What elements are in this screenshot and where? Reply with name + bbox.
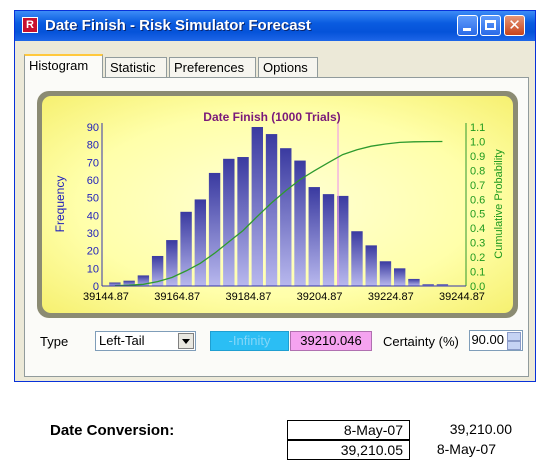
dropdown-arrow-button[interactable] (178, 333, 194, 349)
x-tick-label: 39144.87 (83, 291, 129, 303)
y2-tick-label: 0.6 (470, 194, 485, 206)
upper-bound-field[interactable]: 39210.046 (290, 331, 372, 351)
forecast-window: R Date Finish - Risk Simulator Forecast … (14, 10, 536, 382)
histogram-bar (194, 199, 207, 286)
certainty-label: Certainty (%) (383, 334, 459, 349)
y2-tick-label: 0.3 (470, 238, 485, 250)
histogram-bar (251, 127, 263, 286)
histogram-bar (223, 158, 235, 286)
tab-options[interactable]: Options (258, 57, 318, 77)
tab-preferences[interactable]: Preferences (169, 57, 256, 77)
histogram-bar (208, 172, 221, 286)
histogram-bar (322, 194, 335, 286)
y2-tick-label: 0.2 (470, 252, 485, 264)
chart-background: 0 10 20 30 40 50 60 70 80 90 0.0 0.1 0.2 0.3 0.4 0.5 0.6… (42, 96, 513, 313)
y2-tick-label: 0.8 (470, 165, 485, 177)
histogram-bar (365, 245, 377, 286)
histogram-bar (394, 268, 406, 286)
histogram-bar (379, 261, 392, 286)
histogram-bar (408, 278, 420, 286)
minimize-button[interactable] (457, 15, 478, 36)
window-title: Date Finish - Risk Simulator Forecast (45, 17, 311, 34)
histogram-bar (351, 231, 363, 286)
histogram-bar (180, 211, 192, 286)
histogram-bar (337, 195, 349, 286)
serial-output-cell: 8-May-07 (436, 441, 496, 457)
type-dropdown-value: Left-Tail (99, 333, 145, 348)
y2-tick-label: 0.9 (470, 151, 485, 163)
histogram-panel: 0 10 20 30 40 50 60 70 80 90 0.0 0.1 0.2 0.3 0.4 0.5 0.6… (24, 77, 529, 377)
y2-tick-label: 0.4 (470, 223, 485, 235)
y-tick-label: 60 (87, 175, 99, 187)
risk-simulator-app-icon[interactable]: R (22, 17, 38, 33)
histogram-chart: 01020304050607080900.00.10.20.30.40.50.6… (53, 110, 505, 303)
title-bar[interactable]: R Date Finish - Risk Simulator Forecast … (15, 11, 535, 41)
cumulative-axis-label: Cumulative Probability (493, 149, 505, 259)
x-tick-label: 39224.87 (368, 291, 414, 303)
tab-statistic[interactable]: Statistic (105, 57, 167, 77)
chevron-down-icon (182, 339, 190, 344)
y2-tick-label: 1.0 (470, 136, 485, 148)
y-tick-label: 20 (87, 246, 99, 258)
chart-title: Date Finish (1000 Trials) (203, 110, 340, 124)
x-tick-label: 39244.87 (439, 291, 485, 303)
x-tick-label: 39204.87 (297, 291, 343, 303)
y-tick-label: 50 (87, 193, 99, 205)
y-tick-label: 10 (87, 263, 99, 275)
y2-tick-label: 0.7 (470, 180, 485, 192)
x-tick-label: 39164.87 (154, 291, 200, 303)
frequency-axis-label: Frequency (53, 176, 67, 233)
histogram-bar (237, 157, 249, 286)
y-tick-label: 90 (87, 122, 99, 134)
serial-input-cell[interactable]: 39,210.05 (287, 440, 410, 460)
y2-tick-label: 1.1 (470, 122, 485, 134)
chart-frame: 0 10 20 30 40 50 60 70 80 90 0.0 0.1 0.2 0.3 0.4 0.5 0.6… (37, 91, 518, 318)
histogram-bar (308, 187, 320, 286)
date-conversion-label: Date Conversion: (50, 422, 175, 439)
spin-up-button[interactable] (507, 332, 521, 341)
spin-down-button[interactable] (507, 341, 521, 350)
x-tick-label: 39184.87 (225, 291, 271, 303)
minimize-icon (463, 28, 471, 31)
maximize-icon (485, 20, 496, 30)
y-tick-label: 30 (87, 228, 99, 240)
lower-bound-field[interactable]: -Infinity (210, 331, 289, 351)
y2-tick-label: 0.5 (470, 209, 485, 221)
type-label: Type (40, 334, 69, 349)
type-dropdown[interactable]: Left-Tail (95, 331, 196, 351)
cumulative-probability-line (114, 140, 443, 287)
certainty-input[interactable]: 90.00 (469, 330, 523, 351)
y2-tick-label: 0.1 (470, 267, 485, 279)
close-icon: ✕ (508, 16, 521, 34)
maximize-button[interactable] (480, 15, 501, 36)
histogram-bar (280, 148, 292, 286)
y-tick-label: 80 (87, 140, 99, 152)
close-button[interactable]: ✕ (504, 15, 525, 36)
certainty-value: 90.00 (471, 332, 504, 347)
date-input-cell[interactable]: 8-May-07 (287, 420, 410, 440)
date-output-cell: 39,210.00 (449, 421, 512, 437)
y-tick-label: 40 (87, 210, 99, 222)
histogram-bar (265, 134, 278, 286)
y-tick-label: 70 (87, 157, 99, 169)
tab-histogram[interactable]: Histogram (24, 54, 103, 78)
